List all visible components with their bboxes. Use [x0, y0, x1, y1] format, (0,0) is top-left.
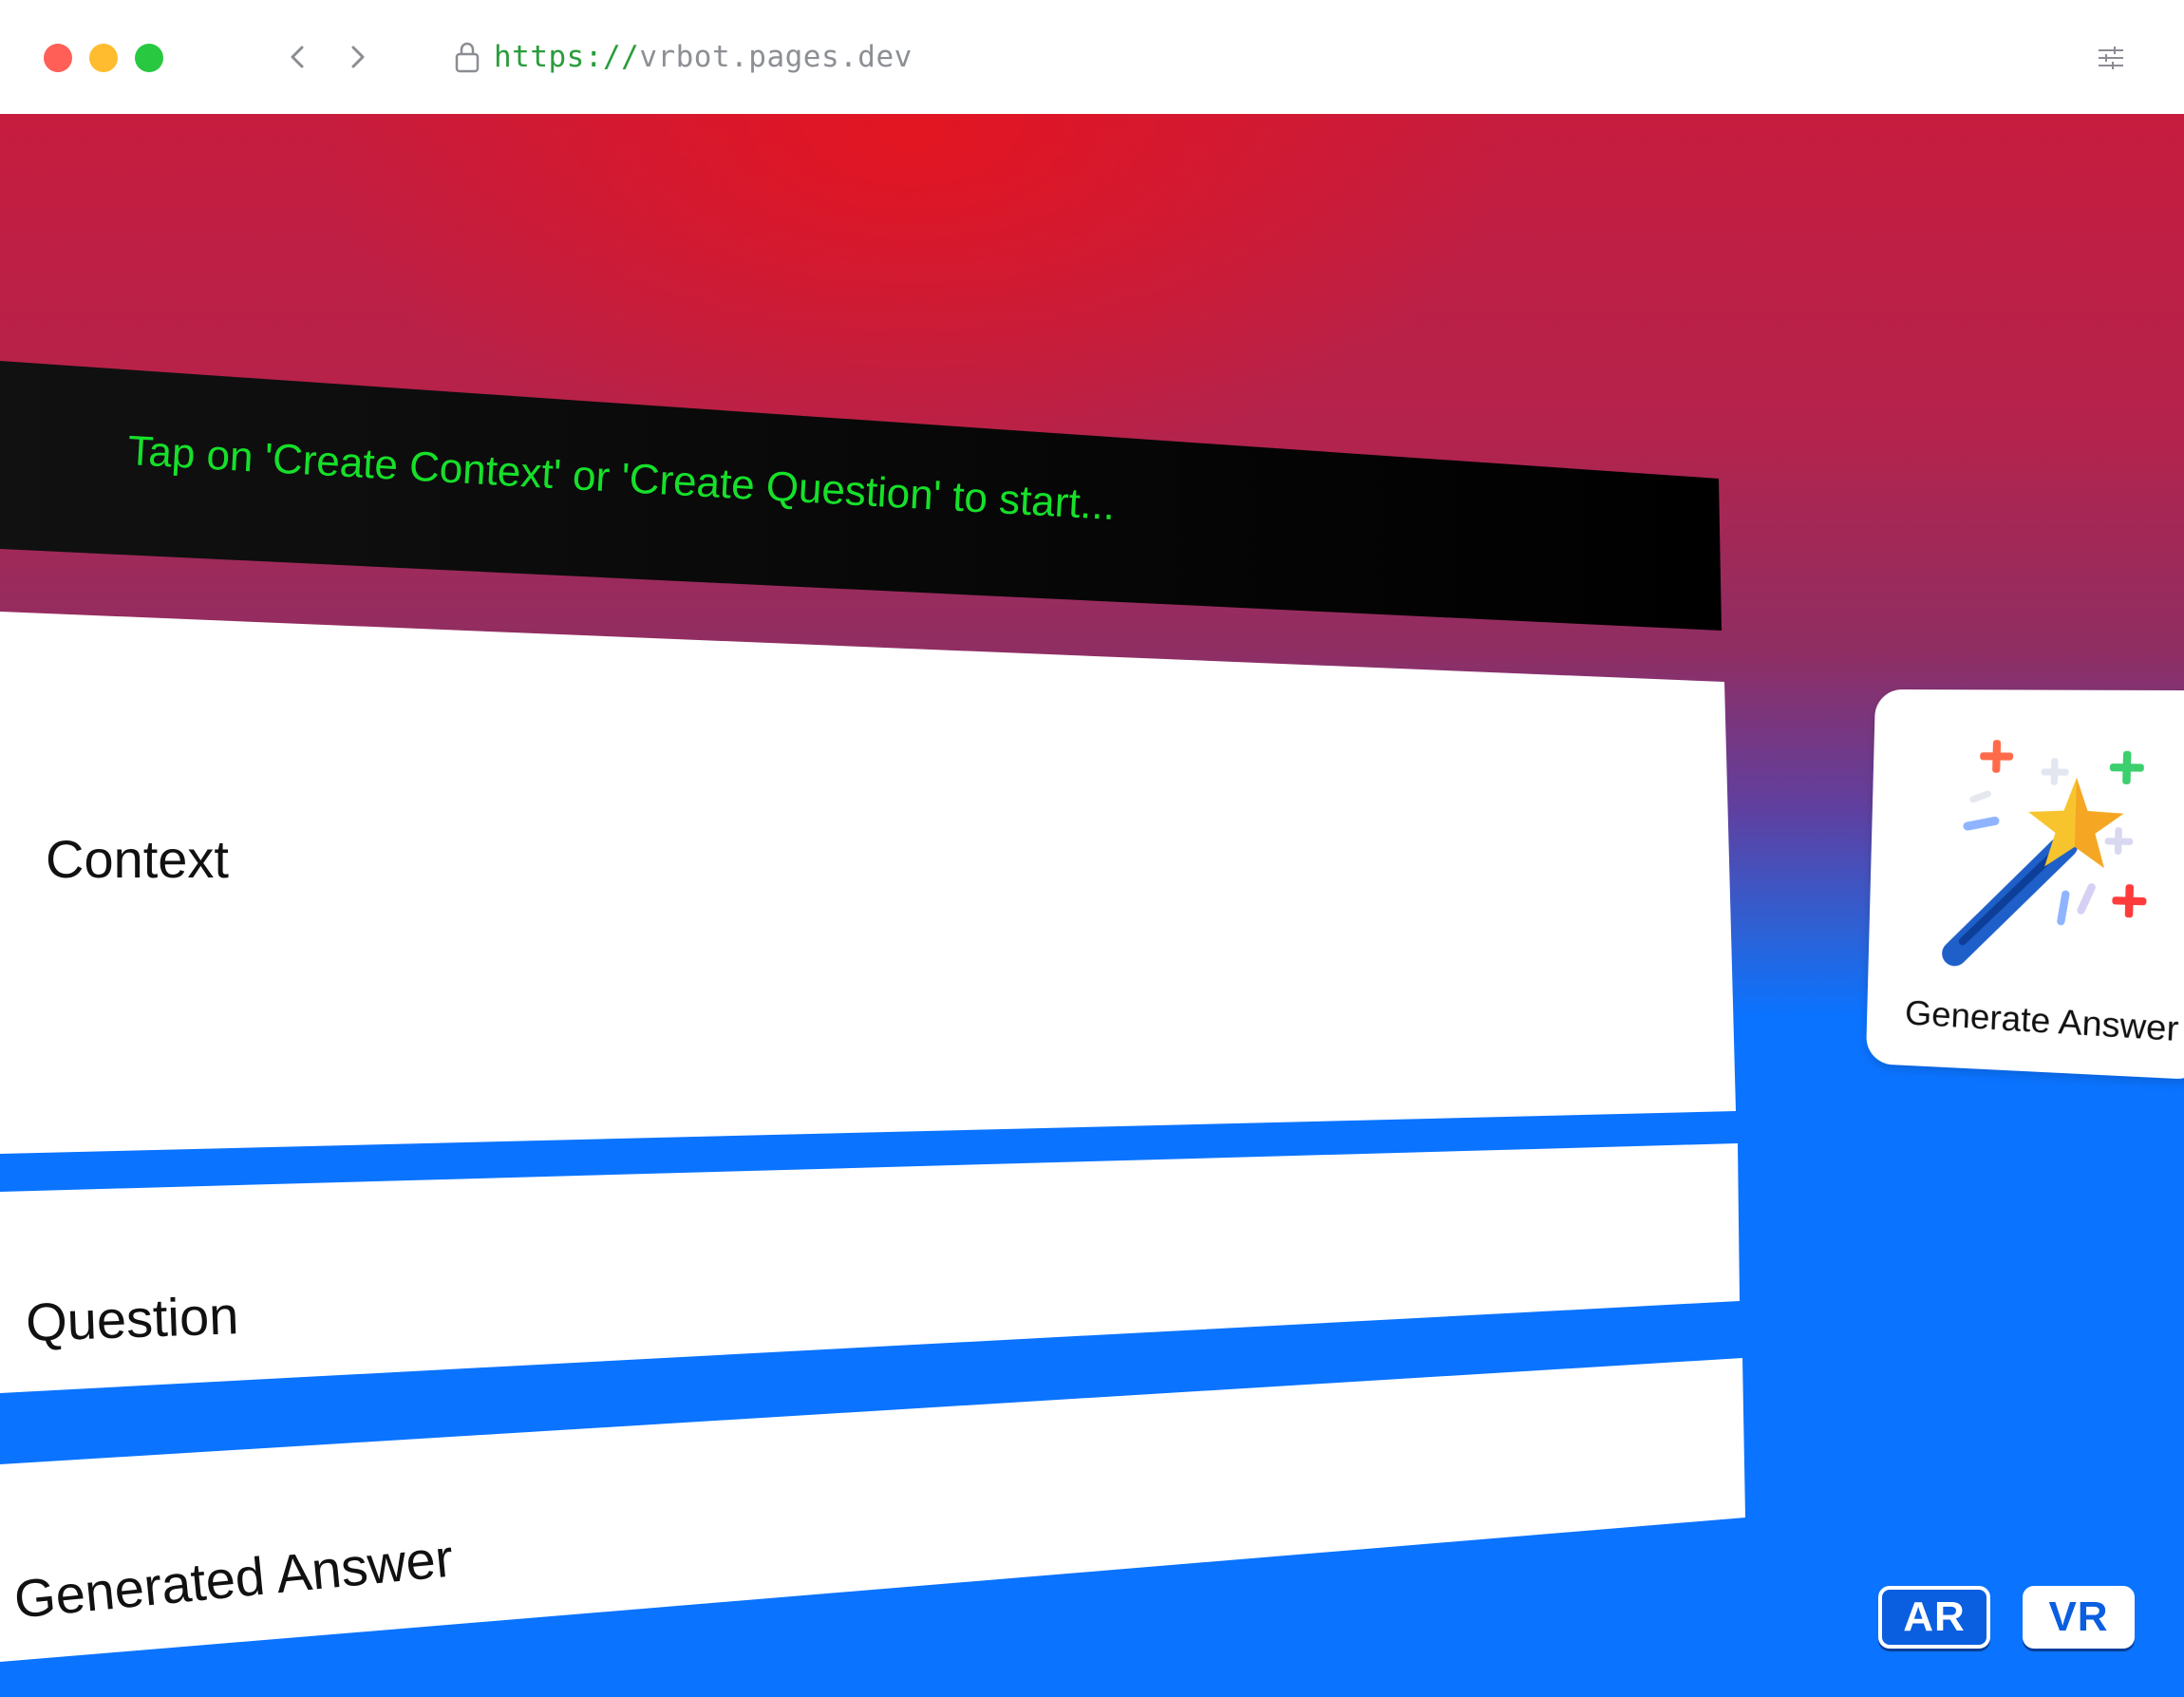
- forward-arrow-icon[interactable]: [340, 38, 374, 76]
- context-panel: [0, 612, 1736, 1154]
- vr-mode-button[interactable]: VR: [2023, 1586, 2135, 1649]
- magic-wand-icon: [1916, 718, 2158, 975]
- question-panel: [0, 1143, 1740, 1393]
- browser-toolbar: https://vrbot.pages.dev: [0, 0, 2184, 114]
- address-bar-url[interactable]: https://vrbot.pages.dev: [494, 38, 913, 76]
- settings-sliders-icon[interactable]: [2095, 42, 2127, 74]
- ar-mode-button[interactable]: AR: [1878, 1586, 1990, 1649]
- generate-answer-button[interactable]: Generate Answer: [1866, 689, 2184, 1080]
- url-host: vrbot.pages.dev: [639, 40, 912, 74]
- maximize-window-button[interactable]: [135, 44, 163, 72]
- question-label: Question: [25, 1284, 239, 1353]
- scene-panels: [0, 114, 2184, 1697]
- lock-icon: [452, 40, 482, 74]
- minimize-window-button[interactable]: [89, 44, 118, 72]
- context-label: Context: [46, 828, 229, 890]
- url-protocol: https://: [494, 40, 639, 74]
- close-window-button[interactable]: [44, 44, 72, 72]
- answer-panel: [0, 1358, 1745, 1662]
- back-arrow-icon[interactable]: [281, 38, 315, 76]
- generate-answer-label: Generate Answer: [1904, 992, 2179, 1049]
- vr-scene[interactable]: Tap on 'Create Context' or 'Create Quest…: [0, 114, 2184, 1697]
